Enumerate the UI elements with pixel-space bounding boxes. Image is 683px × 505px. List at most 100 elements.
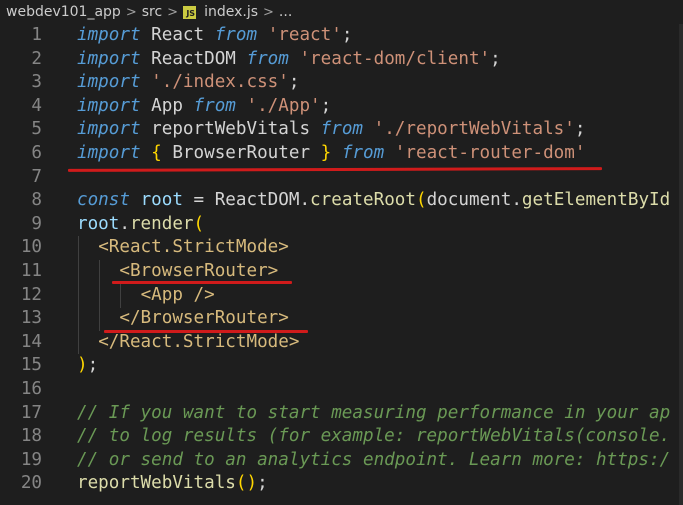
code-line[interactable]: 1 import React from 'react'; [0,24,683,48]
breadcrumb: webdev101_app > src > JS index.js > ... [0,0,683,24]
line-number: 3 [31,72,42,93]
code-token: ) [77,355,88,376]
code-token: from [320,119,364,140]
line-number: 15 [20,355,42,376]
code-token: <React.StrictMode> [98,237,289,258]
code-text: import { BrowserRouter } from 'react-rou… [77,142,585,166]
code-token: ; [574,119,586,140]
code-token: 'react-dom/client' [299,48,491,69]
annotation-underline-open-tag [112,281,292,284]
code-token: ( [415,190,427,211]
javascript-file-icon: JS [183,5,197,19]
code-text: root.render( [77,213,204,237]
breadcrumb-more[interactable]: ... [279,4,292,20]
code-token: reportWebVitals [77,473,236,494]
line-number: 17 [20,402,42,423]
code-token: ; [87,355,99,376]
code-text: // to log results (for example: reportWe… [77,425,670,449]
code-token: </BrowserRouter> [119,308,289,329]
code-token: ) [246,473,258,494]
code-line[interactable]: 3 import './index.css'; [0,71,683,95]
vertical-scrollbar[interactable] [679,24,683,505]
code-line[interactable]: 5 import reportWebVitals from './reportWe… [0,118,683,142]
code-line[interactable]: 9 root.render( [0,213,683,237]
code-token: ; [320,95,332,116]
breadcrumb-folder-src[interactable]: src [142,4,162,20]
code-line[interactable]: 20 reportWebVitals(); [0,472,683,496]
code-token: 'react-router-dom' [394,143,586,163]
code-token: const [77,190,130,211]
code-token: import [77,72,141,93]
code-token: ; [257,473,268,494]
chevron-right-icon: > [167,4,179,20]
breadcrumb-folder-webdev101_app[interactable]: webdev101_app [6,4,121,20]
code-token: = ReactDOM. [182,190,311,211]
chevron-right-icon: > [263,4,274,20]
line-number: 13 [20,308,42,329]
code-text: </BrowserRouter> [77,307,289,331]
code-token: 'react' [267,25,342,45]
line-number: 19 [20,449,42,470]
code-line[interactable]: 19 // or send to an analytics endpoint. L… [0,449,683,473]
breadcrumb-file-index-js[interactable]: index.js [204,4,258,20]
code-token: createRoot [310,190,416,211]
code-text: import ReactDOM from 'react-dom/client'; [77,48,501,72]
line-number: 12 [20,284,42,305]
code-token: ( [193,213,205,234]
chevron-right-icon: > [125,4,137,20]
code-text: <React.StrictMode> [77,236,289,260]
code-token: getElementById [521,190,671,211]
code-token: // If you want to start measuring perfor… [77,402,671,423]
line-number: 5 [31,119,42,140]
code-line[interactable]: 13 </BrowserRouter> [0,307,683,331]
line-number: 11 [20,261,42,281]
code-token: root [140,190,183,211]
code-line[interactable]: 12 <App /> [0,284,683,308]
line-number: 8 [31,190,42,211]
code-text: // or send to an analytics endpoint. Lea… [77,449,670,473]
code-token: ; [341,25,353,45]
code-text: import App from './App'; [77,95,331,119]
code-line[interactable]: 8 const root = ReactDOM.createRoot(docume… [0,189,683,213]
code-token: from [193,95,236,116]
code-line[interactable]: 18 // to log results (for example: report… [0,425,683,449]
code-line[interactable]: 17 // If you want to start measuring perf… [0,402,683,426]
code-token: import [77,25,141,45]
code-token: import [77,95,141,116]
code-token: // or send to an analytics endpoint. Lea… [77,449,671,470]
code-line[interactable]: 11 <BrowserRouter> [0,260,683,284]
code-token: ( [235,473,247,494]
line-number: 10 [20,237,42,258]
code-text: reportWebVitals(); [77,472,268,496]
code-text: const root = ReactDOM.createRoot(documen… [77,189,670,213]
code-text: <App /> [77,284,215,308]
line-number: 7 [31,166,42,187]
code-text: // If you want to start measuring perfor… [77,402,670,426]
code-token: React [140,25,215,45]
code-token: import [77,143,141,163]
code-line[interactable]: 15); [0,354,683,378]
code-line[interactable]: 6 import { BrowserRouter } from 'react-ro… [0,142,683,166]
code-token: import [77,119,141,140]
code-line[interactable]: 16 [0,378,683,402]
code-editor[interactable]: 20 reportWebVitals(); 19 // or send to an a… [0,24,683,505]
line-number: 16 [20,379,42,399]
line-number: 4 [31,95,42,116]
code-token: <BrowserRouter> [119,261,279,281]
code-line[interactable]: 4 import App from './App'; [0,95,683,119]
code-text: ); [77,354,98,378]
code-line[interactable]: 10 <React.StrictMode> [0,236,683,260]
indent-guide [78,236,79,354]
code-line[interactable]: 14 </React.StrictMode> [0,331,683,355]
code-token: root [77,213,120,234]
code-token: render [129,213,194,234]
code-line[interactable]: 2 import ReactDOM from 'react-dom/client'… [0,48,683,72]
